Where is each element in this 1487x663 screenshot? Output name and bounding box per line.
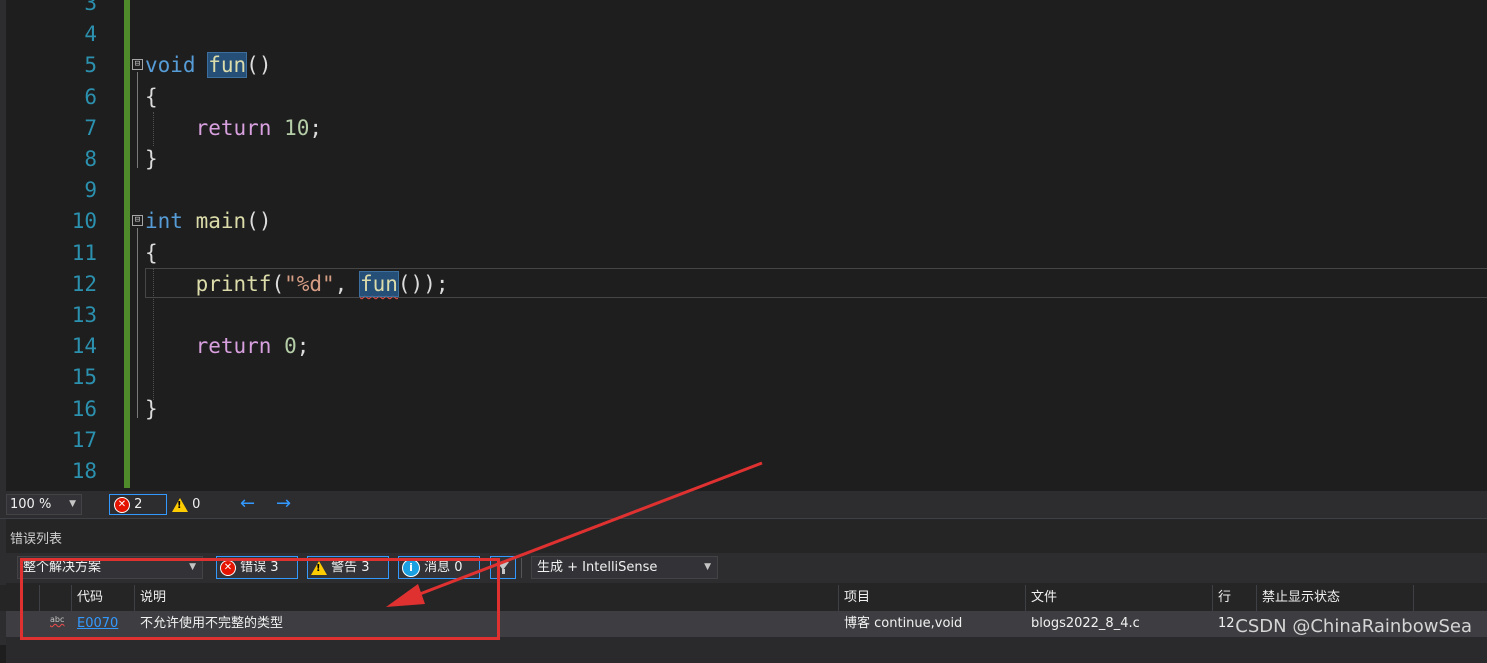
annotation-arrow: [386, 461, 763, 607]
